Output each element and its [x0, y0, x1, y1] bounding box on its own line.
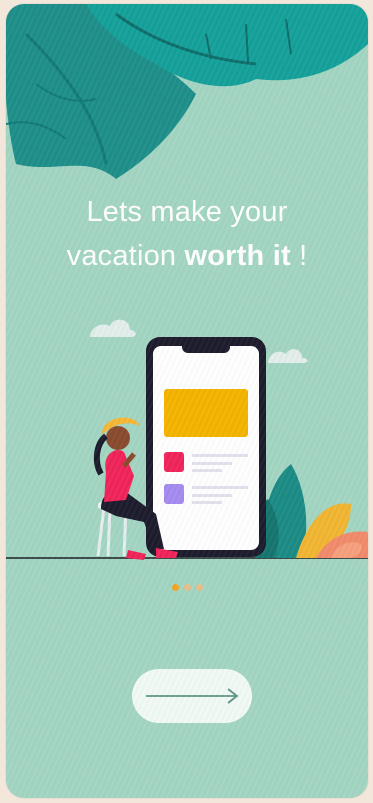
traveler-with-phone-illustration [6, 319, 368, 560]
page-dot-1[interactable] [172, 584, 179, 591]
phone-illustration [146, 337, 266, 557]
onboarding-headline: Lets make your vacation worth it ! [6, 190, 368, 278]
plant-illustration [250, 464, 368, 558]
headline-line-1: Lets make your [86, 196, 288, 228]
headline-prefix: vacation [66, 240, 177, 272]
page-dot-2[interactable] [184, 584, 191, 591]
headline-suffix: ! [299, 240, 308, 272]
next-button[interactable] [132, 669, 252, 723]
page-dot-3[interactable] [196, 584, 203, 591]
cloud-left-icon [90, 319, 136, 337]
onboarding-screen: Lets make your vacation worth it ! [6, 4, 368, 798]
headline-line-2: vacation worth it ! [6, 234, 368, 278]
monstera-leaves-illustration [6, 4, 368, 179]
cloud-right-icon [268, 349, 308, 363]
headline-emphasis: worth it [184, 240, 291, 272]
arrow-right-icon [146, 688, 239, 704]
pagination-dots [172, 584, 203, 591]
